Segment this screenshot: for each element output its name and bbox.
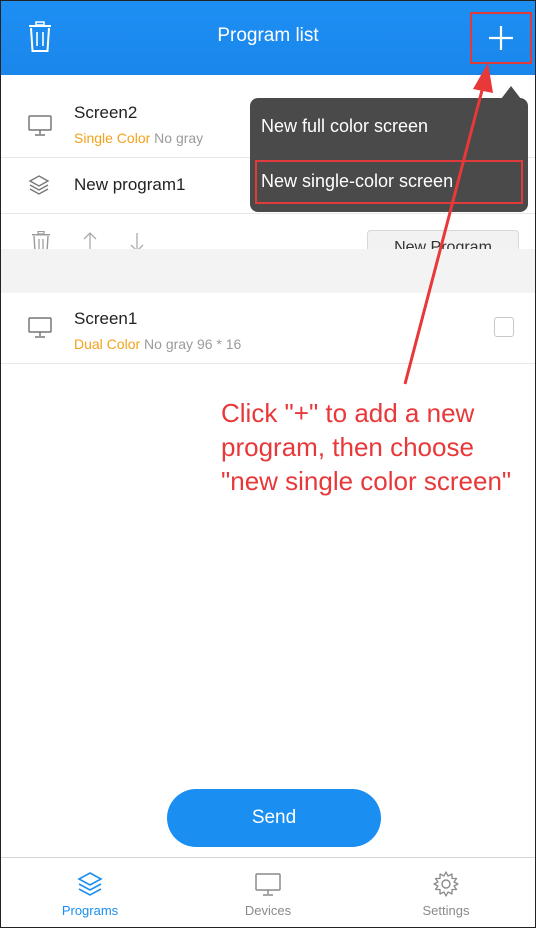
tab-settings[interactable]: Settings: [357, 858, 535, 927]
tab-label: Devices: [244, 903, 292, 918]
annotation-text: Click "+" to add a new program, then cho…: [221, 398, 512, 496]
app-window: Program list Screen2 Single Color No gra…: [0, 0, 536, 928]
tab-bar: Programs Devices Settings: [1, 857, 535, 927]
tab-programs[interactable]: Programs: [1, 858, 179, 927]
tab-label: Settings: [422, 903, 470, 918]
tab-label: Programs: [61, 903, 119, 918]
layers-icon: [77, 872, 103, 896]
tab-devices[interactable]: Devices: [179, 858, 357, 927]
send-button[interactable]: Send: [167, 789, 381, 847]
gear-icon: [433, 871, 459, 897]
monitor-icon: [255, 873, 281, 896]
